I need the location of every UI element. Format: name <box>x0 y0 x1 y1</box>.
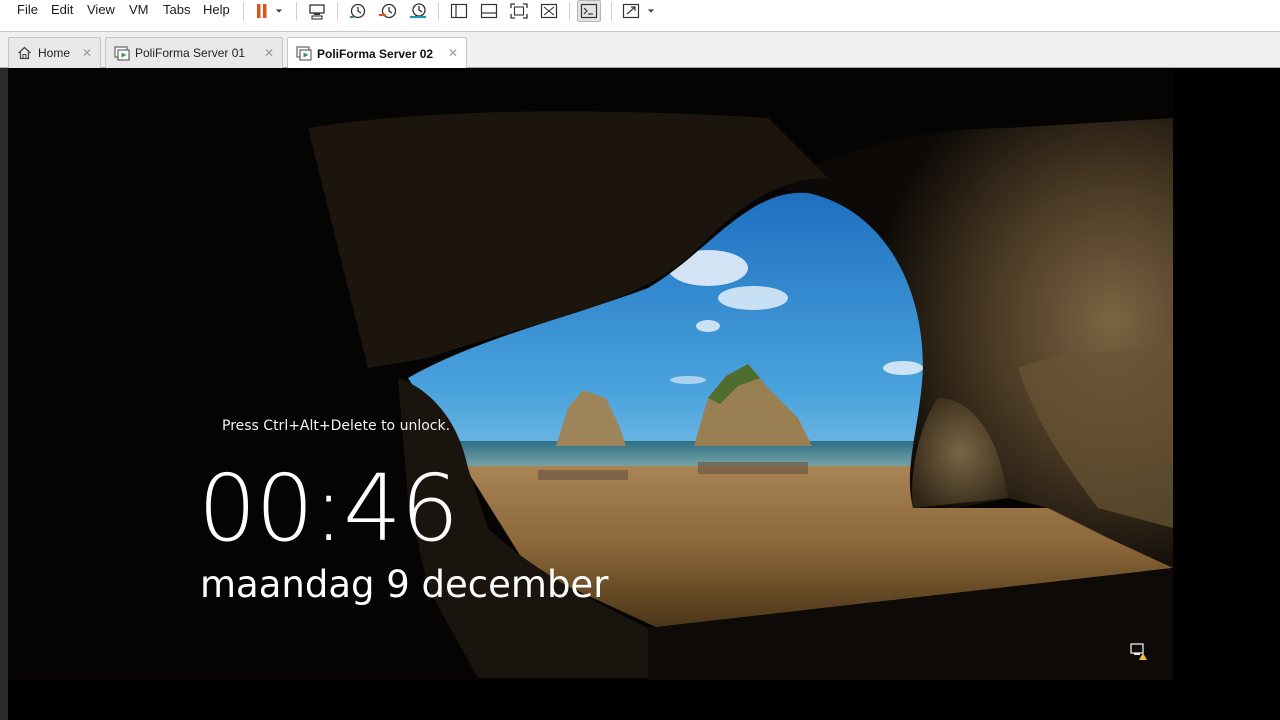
menu-vm-label: VM <box>129 2 149 17</box>
toolbar-separator <box>296 2 297 20</box>
toolbar-separator <box>337 2 338 20</box>
menu-file-label: File <box>17 2 38 17</box>
toolbar-separator <box>569 2 570 20</box>
close-icon[interactable]: ✕ <box>82 46 92 60</box>
tab-poliforma-server-01-label: PoliForma Server 01 <box>135 46 246 60</box>
unity-icon <box>540 3 558 19</box>
tab-home-label: Home <box>38 46 71 60</box>
sidebar-toggle-icon <box>450 3 468 19</box>
network-status-icon[interactable] <box>1129 642 1149 662</box>
menu-help-label: Help <box>203 2 230 17</box>
console-view-button[interactable] <box>577 0 601 22</box>
menu-edit[interactable]: Edit <box>51 2 73 18</box>
menu-vm[interactable]: VM <box>129 2 149 18</box>
close-icon[interactable]: ✕ <box>448 46 458 60</box>
menu-edit-label: Edit <box>51 2 74 17</box>
window-left-edge <box>0 68 8 720</box>
menu-tabs-label: Tabs <box>163 2 191 17</box>
vm-icon <box>296 46 312 62</box>
full-screen-icon <box>510 3 528 19</box>
menu-view-label: View <box>87 2 115 17</box>
menu-file[interactable]: File <box>17 2 38 18</box>
close-icon[interactable]: ✕ <box>264 46 274 60</box>
tab-bar: Home ✕ PoliForma Server 01 ✕ PoliForma S… <box>0 32 1280 69</box>
dropdown-arrow-icon <box>647 9 655 13</box>
send-ctrl-alt-del-button[interactable] <box>305 0 329 22</box>
toolbar-separator <box>438 2 439 20</box>
send-ctrl-alt-del-icon <box>309 4 325 20</box>
menu-help[interactable]: Help <box>203 2 230 18</box>
lockscreen-date: maandag 9 december <box>200 563 609 606</box>
power-dropdown-button[interactable] <box>271 0 287 22</box>
lockscreen-time: 00:46 <box>198 455 459 562</box>
toolbar-separator <box>611 2 612 20</box>
sidebar-toggle-button[interactable] <box>447 0 471 22</box>
tab-poliforma-server-02-label: PoliForma Server 02 <box>317 46 434 61</box>
tab-poliforma-server-01[interactable]: PoliForma Server 01 ✕ <box>105 37 283 68</box>
lockscreen-wallpaper <box>8 68 1280 720</box>
thumbnail-bar-button[interactable] <box>477 0 501 22</box>
menu-view[interactable]: View <box>87 2 115 18</box>
vm-console-screen[interactable]: Press Ctrl+Alt+Delete to unlock. 00:46 m… <box>8 68 1280 720</box>
tab-poliforma-server-02[interactable]: PoliForma Server 02 ✕ <box>287 37 467 69</box>
stretch-dropdown-button[interactable] <box>643 0 659 22</box>
snapshot-revert-button[interactable] <box>376 0 400 22</box>
stretch-button[interactable] <box>619 0 643 22</box>
menu-tabs[interactable]: Tabs <box>163 2 190 18</box>
console-view-icon <box>580 3 598 19</box>
snapshot-take-button[interactable] <box>346 0 370 22</box>
thumbnail-bar-icon <box>480 3 498 19</box>
dropdown-arrow-icon <box>275 9 283 13</box>
snapshot-take-icon <box>350 3 366 19</box>
pause-icon <box>257 4 267 18</box>
unlock-hint: Press Ctrl+Alt+Delete to unlock. <box>222 418 451 434</box>
snapshot-manager-button[interactable] <box>406 0 430 22</box>
tab-home[interactable]: Home ✕ <box>8 37 101 68</box>
unity-button[interactable] <box>537 0 561 22</box>
home-icon <box>17 45 33 61</box>
snapshot-manager-icon <box>410 3 426 19</box>
full-screen-button[interactable] <box>507 0 531 22</box>
vm-icon <box>114 45 130 61</box>
stretch-icon <box>622 3 640 19</box>
toolbar-separator <box>243 2 244 20</box>
snapshot-revert-icon <box>379 3 397 19</box>
menu-toolbar-bar: File Edit View VM Tabs Help <box>0 0 1280 32</box>
